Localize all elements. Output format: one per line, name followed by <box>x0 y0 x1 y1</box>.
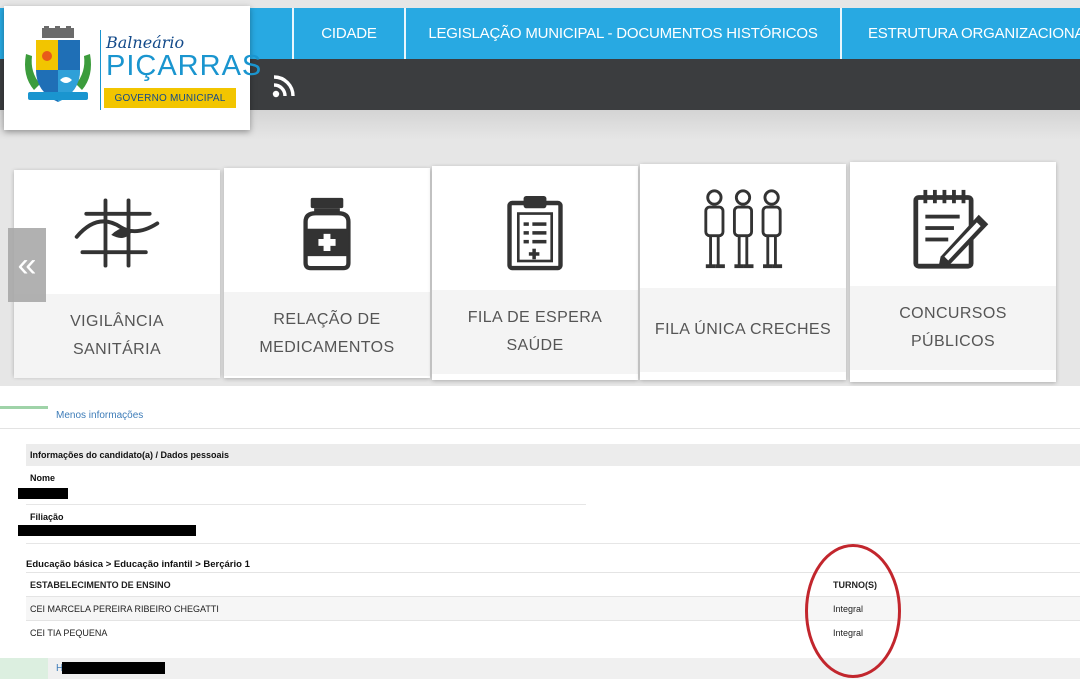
children-icon <box>704 189 783 269</box>
card-fila-espera-saude[interactable]: FILA DE ESPERA SAÚDE <box>432 166 638 380</box>
site-logo[interactable]: Balneário PIÇARRAS GOVERNO MUNICIPAL <box>4 6 261 130</box>
card-label: VIGILÂNCIA SANITÁRIA <box>14 294 220 378</box>
nav-estrutura[interactable]: ESTRUTURA ORGANIZACIONAL <box>840 8 1080 59</box>
table-row: CEI TIA PEQUENA Integral <box>26 620 1080 644</box>
card-concursos-publicos[interactable]: CONCURSOS PÚBLICOS <box>850 162 1056 382</box>
card-label: CONCURSOS PÚBLICOS <box>850 286 1056 370</box>
redacted-next-candidate <box>62 662 165 674</box>
card-relacao-medicamentos[interactable]: RELAÇÃO DE MEDICAMENTOS <box>224 168 430 378</box>
carousel-prev-button[interactable]: « <box>8 228 46 302</box>
logo-divider <box>100 30 101 110</box>
card-fila-unica-creches[interactable]: FILA ÚNICA CRECHES <box>640 164 846 380</box>
card-label: FILA DE ESPERA SAÚDE <box>432 290 638 374</box>
medicine-bottle-icon <box>303 197 351 271</box>
highlight-circle <box>805 544 901 678</box>
table-header-row: ESTABELECIMENTO DE ENSINO TURNO(S) <box>26 572 1080 596</box>
coat-of-arms-icon <box>25 26 91 102</box>
less-info-link[interactable]: Menos informações <box>56 410 143 421</box>
candidate-panel: Menos informações Informações do candida… <box>0 386 1080 679</box>
health-surveillance-icon <box>74 198 160 268</box>
clipboard-icon <box>507 195 563 271</box>
school-name: CEI TIA PEQUENA <box>30 628 108 638</box>
nav-legislacao[interactable]: LEGISLAÇÃO MUNICIPAL - DOCUMENTOS HISTÓR… <box>404 8 840 59</box>
rss-icon[interactable] <box>272 74 298 98</box>
school-name: CEI MARCELA PEREIRA RIBEIRO CHEGATTI <box>30 604 219 614</box>
redacted-name <box>18 488 68 499</box>
name-label: Nome <box>30 473 56 483</box>
breadcrumb: Educação básica > Educação infantil > Be… <box>26 559 250 570</box>
tab-accent <box>0 406 48 409</box>
filiation-label: Filiação <box>30 512 64 522</box>
card-label: FILA ÚNICA CRECHES <box>640 288 846 372</box>
notepad-pencil-icon <box>913 189 989 269</box>
card-label: RELAÇÃO DE MEDICAMENTOS <box>224 292 430 376</box>
nav-cidade[interactable]: CIDADE <box>292 8 404 59</box>
logo-line-2: PIÇARRAS <box>106 50 263 82</box>
section-title: Informações do candidato(a) / Dados pess… <box>26 444 1080 466</box>
redacted-filiation <box>18 525 196 536</box>
column-header-school: ESTABELECIMENTO DE ENSINO <box>30 580 171 590</box>
logo-badge: GOVERNO MUNICIPAL <box>104 88 236 108</box>
table-row: CEI MARCELA PEREIRA RIBEIRO CHEGATTI Int… <box>26 596 1080 620</box>
